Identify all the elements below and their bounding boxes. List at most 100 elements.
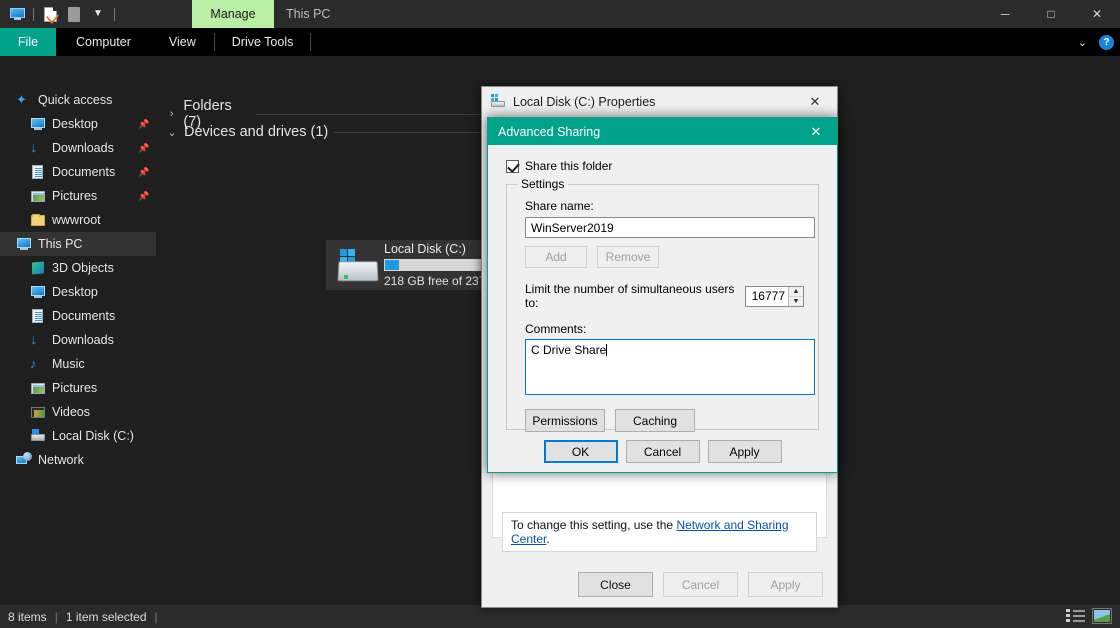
properties-cancel-label: Cancel [681, 577, 720, 592]
tab-file[interactable]: File [0, 28, 56, 56]
settings-group-legend: Settings [517, 177, 569, 191]
sidebar-item-label: Quick access [38, 93, 113, 107]
share-this-folder-row[interactable]: Share this folder [506, 159, 819, 173]
apply-button[interactable]: Apply [707, 440, 782, 463]
pin-icon[interactable]: 📌 [138, 143, 149, 153]
tab-view[interactable]: View [151, 28, 214, 56]
tab-computer-label: Computer [76, 35, 131, 49]
help-icon[interactable]: ? [1099, 34, 1114, 50]
sidebar-item-pictures[interactable]: Pictures 📌 [0, 184, 156, 208]
apply-button-label: Apply [729, 444, 760, 459]
share-name-input[interactable]: WinServer2019 [525, 217, 815, 238]
network-sharing-note-text: To change this setting, use the Network … [511, 518, 808, 546]
add-button: Add [525, 246, 587, 268]
drive-icon [332, 243, 380, 287]
stepper-down-icon[interactable]: ▼ [789, 297, 803, 306]
sidebar-item-3d-objects[interactable]: 3D Objects [0, 256, 156, 280]
properties-close-button[interactable]: ✕ [793, 87, 837, 117]
minimize-button[interactable]: ─ [982, 0, 1028, 28]
video-icon [30, 404, 46, 420]
group-header-devices[interactable]: ⌄ Devices and drives (1) [166, 124, 496, 140]
sidebar-item-quick-access[interactable]: ✦ Quick access [0, 88, 156, 112]
details-view-icon[interactable] [1066, 608, 1086, 624]
status-bar: 8 items | 1 item selected | [0, 605, 1120, 628]
monitor-icon [30, 116, 46, 132]
properties-close-action-button[interactable]: Close [578, 572, 653, 597]
sidebar-item-local-disk-c[interactable]: Local Disk (C:) [0, 424, 156, 448]
large-icons-view-icon[interactable] [1092, 608, 1112, 624]
advanced-sharing-footer: OK Cancel Apply [488, 440, 837, 463]
sidebar-item-videos[interactable]: Videos [0, 400, 156, 424]
properties-title-bar: Local Disk (C:) Properties ✕ [482, 87, 837, 117]
sidebar-item-label: Desktop [52, 117, 98, 131]
simultaneous-users-row: Limit the number of simultaneous users t… [525, 282, 804, 310]
sidebar-item-desktop[interactable]: Desktop 📌 [0, 112, 156, 136]
monitor-icon [30, 284, 46, 300]
sidebar-item-this-pc[interactable]: This PC [0, 232, 156, 256]
caching-button-label: Caching [632, 413, 678, 428]
sidebar-item-downloads[interactable]: ↓ Downloads 📌 [0, 136, 156, 160]
pin-icon[interactable]: 📌 [138, 167, 149, 177]
sidebar-item-label: Documents [52, 309, 116, 323]
quick-access-toolbar: ▼ [0, 0, 118, 28]
sidebar-item-documents[interactable]: Documents [0, 304, 156, 328]
advanced-sharing-dialog[interactable]: Advanced Sharing ✕ Share this folder Set… [487, 117, 838, 473]
sidebar-item-network[interactable]: Network [0, 448, 156, 472]
folder-icon [30, 212, 46, 228]
ribbon-right-controls: ⌄ ? [1078, 28, 1114, 56]
sidebar-item-desktop[interactable]: Desktop [0, 280, 156, 304]
sidebar-item-label: Downloads [52, 141, 114, 155]
text-caret [606, 344, 608, 356]
comments-label: Comments: [525, 322, 587, 336]
sidebar-item-pictures[interactable]: Pictures [0, 376, 156, 400]
chevron-down-icon[interactable]: ⌄ [166, 126, 178, 139]
note-prefix: To change this setting, use the [511, 518, 677, 532]
caching-button[interactable]: Caching [615, 409, 695, 432]
drive-icon [30, 428, 46, 444]
note-suffix: . [546, 532, 550, 546]
sidebar-item-label: This PC [38, 237, 83, 251]
sidebar-item-label: 3D Objects [52, 261, 114, 275]
ok-button[interactable]: OK [543, 440, 618, 463]
tab-computer[interactable]: Computer [56, 28, 151, 56]
advanced-sharing-title: Advanced Sharing [498, 124, 601, 139]
maximize-button[interactable]: □ [1028, 0, 1074, 28]
cancel-button-label: Cancel [643, 444, 682, 459]
chevron-down-icon[interactable]: ⌄ [1078, 36, 1087, 49]
advanced-sharing-close-button[interactable]: ✕ [795, 118, 837, 145]
customize-dropdown-icon[interactable]: ▼ [87, 3, 109, 25]
properties-apply-label: Apply [770, 577, 801, 592]
tab-manage[interactable]: Manage [192, 0, 274, 28]
this-pc-icon[interactable] [6, 3, 28, 25]
share-name-label: Share name: [525, 199, 594, 213]
simultaneous-users-stepper[interactable]: 16777 ▲ ▼ [745, 285, 804, 307]
tab-file-label: File [17, 35, 39, 49]
close-button[interactable]: ✕ [1074, 0, 1120, 28]
network-icon [16, 452, 32, 468]
rename-icon[interactable] [63, 3, 85, 25]
stepper-up-icon[interactable]: ▲ [789, 287, 803, 297]
sidebar-item-documents[interactable]: Documents 📌 [0, 160, 156, 184]
properties-close-action-label: Close [600, 577, 631, 592]
group-header-devices-label: Devices and drives (1) [184, 124, 329, 140]
share-name-buttons: Add Remove [525, 246, 804, 268]
share-this-folder-label: Share this folder [525, 159, 613, 173]
navigation-pane[interactable]: ✦ Quick access Desktop 📌 ↓ Downloads 📌 Document… [0, 88, 156, 605]
sidebar-item-label: Pictures [52, 381, 98, 395]
share-name-value: WinServer2019 [531, 220, 614, 235]
pin-icon[interactable]: 📌 [138, 119, 149, 129]
toolbar-divider-2 [114, 7, 115, 21]
chevron-right-icon[interactable]: › [166, 108, 177, 120]
sidebar-item-wwwroot[interactable]: wwwroot [0, 208, 156, 232]
share-this-folder-checkbox[interactable] [506, 159, 519, 173]
cancel-button[interactable]: Cancel [625, 440, 700, 463]
simultaneous-users-value[interactable]: 16777 [746, 287, 788, 306]
pin-icon[interactable]: 📌 [138, 191, 149, 201]
music-icon: ♪ [30, 356, 37, 371]
sidebar-item-music[interactable]: ♪ Music [0, 352, 156, 376]
permissions-button[interactable]: Permissions [525, 409, 605, 432]
properties-icon[interactable] [39, 3, 61, 25]
tab-drive-tools[interactable]: Drive Tools [213, 28, 312, 56]
comments-textarea[interactable]: C Drive Share [525, 339, 815, 395]
sidebar-item-downloads[interactable]: ↓ Downloads [0, 328, 156, 352]
